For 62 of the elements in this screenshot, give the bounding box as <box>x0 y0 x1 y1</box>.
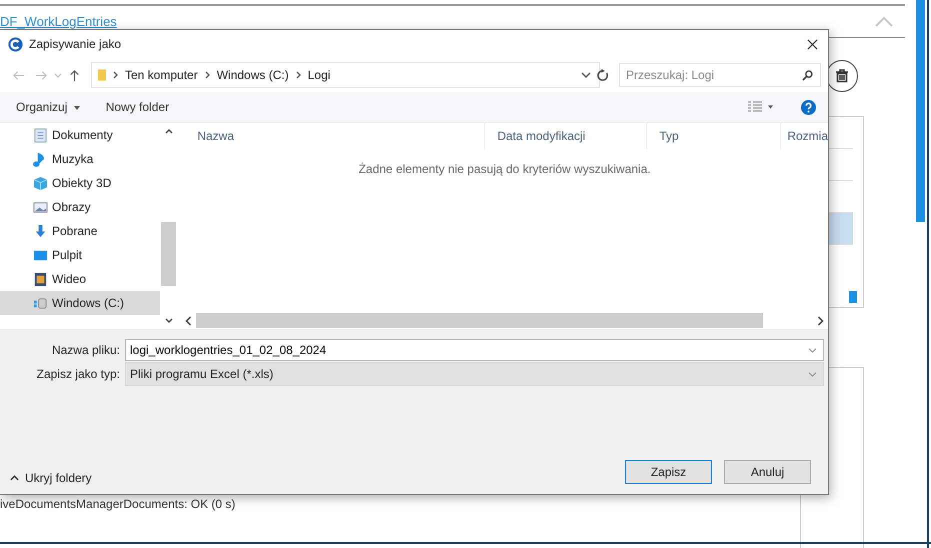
chevron-icon <box>296 71 301 79</box>
breadcrumb-item[interactable]: Ten komputer <box>125 68 198 82</box>
app-icon <box>8 36 23 52</box>
dropdown-icon[interactable] <box>581 72 591 78</box>
download-arrow-icon <box>33 224 48 238</box>
nav-item[interactable]: Obrazy <box>0 195 160 219</box>
address-bar[interactable]: Ten komputer Windows (C:) Logi <box>91 62 600 88</box>
help-icon[interactable] <box>801 100 816 114</box>
new-folder-button[interactable]: Nowy folder <box>100 98 176 116</box>
nav-item[interactable]: Wideo <box>0 267 160 291</box>
scroll-down-icon[interactable] <box>164 318 173 323</box>
scrollbar-thumb[interactable] <box>161 222 176 286</box>
search-icon[interactable] <box>802 70 813 81</box>
scroll-up-icon[interactable] <box>164 129 173 134</box>
picture-icon <box>33 200 48 214</box>
drive-icon <box>33 296 48 310</box>
trash-icon <box>835 69 849 83</box>
document-icon <box>33 128 48 142</box>
film-icon <box>33 272 48 286</box>
save-button[interactable]: Zapisz <box>625 460 712 484</box>
field-label: Nazwa pliku: <box>50 343 121 357</box>
empty-message: Żadne elementy nie pasują do kryteriów wyszukiwania. <box>358 162 651 176</box>
breadcrumb-item[interactable]: Logi <box>308 68 330 82</box>
scroll-left-icon[interactable] <box>185 316 192 326</box>
scrollbar-thumb[interactable] <box>916 0 925 222</box>
caret-icon[interactable] <box>768 105 773 109</box>
delete-button[interactable] <box>826 60 858 92</box>
dropdown-icon <box>808 372 817 376</box>
chevron-icon <box>204 71 210 79</box>
nav-item[interactable]: Windows (C:) <box>0 291 160 315</box>
search-field[interactable]: Przeszukaj: Logi <box>619 63 821 87</box>
refresh-icon[interactable] <box>596 68 609 82</box>
nav-item[interactable]: Muzyka <box>0 147 160 171</box>
column-header[interactable]: Typ <box>647 123 782 149</box>
window-title: Zapisywanie jako <box>29 37 122 51</box>
caret-icon <box>10 475 19 481</box>
column-header[interactable]: Data modyfikacji <box>485 123 648 149</box>
close-icon[interactable] <box>807 38 818 50</box>
breadcrumb-item[interactable]: Windows (C:) <box>216 68 289 82</box>
nav-item[interactable]: Obiekty 3D <box>0 171 160 195</box>
view-options-icon[interactable] <box>748 101 762 113</box>
column-header[interactable]: Rozmia <box>781 123 828 149</box>
field-label: Zapisz jako typ: <box>36 367 121 381</box>
folder-icon <box>98 68 106 82</box>
chevron-icon <box>113 71 118 79</box>
dropdown-icon[interactable] <box>808 348 817 353</box>
nav-item[interactable]: Dokumenty <box>0 123 160 147</box>
file-type-dropdown[interactable]: Pliki programu Excel (*.xls) <box>125 362 824 386</box>
file-name-field[interactable]: logi_worklogentries_01_02_08_2024 <box>125 339 824 361</box>
organize-menu[interactable]: Organizuj <box>10 98 86 116</box>
cancel-button[interactable]: Anuluj <box>724 460 811 484</box>
cube-icon <box>33 176 48 190</box>
column-header[interactable]: Nazwa <box>181 123 486 149</box>
section-link[interactable]: DF_WorkLogEntries <box>0 14 117 29</box>
nav-item[interactable]: Pulpit <box>0 243 160 267</box>
status-text: iveDocumentsManagerDocuments: OK (0 s) <box>0 497 236 511</box>
scroll-right-icon[interactable] <box>817 316 824 326</box>
hide-folders-button[interactable]: Ukryj foldery <box>0 470 98 486</box>
up-arrow-icon[interactable] <box>68 68 81 82</box>
nav-item[interactable]: Pobrane <box>0 219 160 243</box>
caret-icon <box>74 106 80 110</box>
scrollbar-thumb[interactable] <box>196 313 763 328</box>
